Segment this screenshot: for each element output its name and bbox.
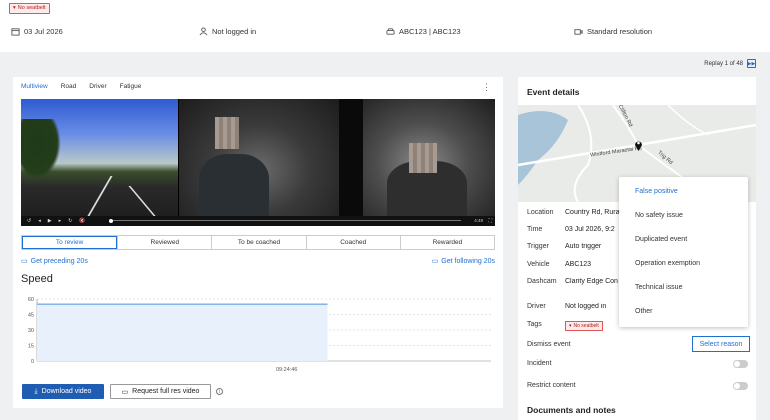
tab-road[interactable]: Road: [61, 83, 77, 90]
chart-y-tick-label: 45: [28, 313, 34, 319]
date-info: 03 Jul 2026: [11, 27, 63, 36]
info-icon[interactable]: i: [216, 388, 223, 395]
download-video-button[interactable]: ⤓ Download video: [22, 384, 104, 399]
tab-driver[interactable]: Driver: [89, 83, 106, 90]
more-options-icon[interactable]: ⋮: [482, 82, 491, 93]
no-seatbelt-tag: ▾ No seatbelt: [565, 321, 603, 331]
menu-item-duplicated-event[interactable]: Duplicated event: [635, 236, 687, 243]
menu-item-false-positive[interactable]: False positive: [635, 188, 678, 195]
vehicle-value: ABC123: [565, 261, 592, 268]
documents-notes-title: Documents and notes: [527, 405, 616, 415]
menu-item-no-safety-issue[interactable]: No safety issue: [635, 212, 683, 219]
dashcam-label: Dashcam: [527, 278, 557, 285]
road-marking: [87, 176, 113, 216]
restrict-content-toggle[interactable]: [733, 382, 748, 390]
video-duration: 4:49: [474, 218, 483, 223]
menu-item-operation-exemption[interactable]: Operation exemption: [635, 260, 700, 267]
video-camera-icon: ▭: [431, 258, 439, 265]
user-icon: [199, 27, 208, 36]
status-rewarded[interactable]: Rewarded: [399, 236, 494, 249]
dashcam-value: Clarity Edge Con: [565, 278, 618, 285]
vehicle-label: Vehicle: [527, 261, 550, 268]
replay-counter: Replay 1 of 48 ▶▶: [704, 59, 756, 68]
next-frame-icon[interactable]: ▸: [59, 218, 62, 224]
trigger-value: Auto trigger: [565, 243, 602, 250]
road-marking: [128, 186, 156, 216]
no-seatbelt-tag: ▾ No seatbelt: [9, 3, 50, 14]
skip-forward-icon[interactable]: ▶▶: [747, 59, 756, 68]
video-camera-icon: [574, 29, 583, 35]
previous-frame-icon[interactable]: ◂: [38, 218, 41, 224]
road-camera-view: [21, 99, 178, 216]
dismiss-reason-menu: False positive No safety issue Duplicate…: [619, 177, 748, 327]
forward-icon[interactable]: ↻: [68, 218, 72, 224]
get-preceding-link[interactable]: ▭ Get preceding 20s: [21, 257, 88, 266]
event-details-title: Event details: [527, 87, 580, 97]
chevron-down-icon: ▾: [569, 323, 572, 329]
incident-toggle[interactable]: [733, 360, 748, 368]
driver-value: Not logged in: [565, 303, 607, 310]
chart-y-tick-label: 15: [28, 344, 34, 350]
login-info: Not logged in: [199, 27, 256, 36]
menu-item-technical-issue[interactable]: Technical issue: [635, 284, 682, 291]
chart-y-tick-label: 0: [31, 359, 34, 365]
chart-y-tick-label: 30: [28, 328, 34, 334]
mute-icon[interactable]: 🔇: [79, 218, 85, 224]
chart-area-fill: [37, 304, 328, 361]
driver-label: Driver: [527, 303, 546, 310]
select-reason-dropdown[interactable]: Select reason: [692, 336, 750, 352]
vehicle-info: ABC123 | ABC123: [386, 27, 461, 36]
chart-y-tick-label: 60: [28, 297, 34, 303]
fullscreen-icon[interactable]: ⛶: [488, 218, 492, 224]
download-icon: ⤓: [34, 387, 38, 395]
tab-multiview[interactable]: Multiview: [21, 83, 48, 90]
driver-face-blurred: [215, 117, 239, 149]
video-camera-icon: ▭: [21, 258, 28, 265]
review-status-tabs: To review Reviewed To be coached Coached…: [21, 235, 495, 250]
calendar-icon: [11, 28, 20, 36]
video-tabs: Multiview Road Driver Fatigue: [21, 83, 141, 90]
progress-knob[interactable]: [109, 218, 113, 223]
location-value: Country Rd, Rura: [565, 209, 620, 216]
time-label: Time: [527, 226, 543, 233]
restrict-content-label: Restrict content: [527, 382, 576, 389]
fatigue-camera-view: [363, 99, 495, 216]
resolution-info: Standard resolution: [574, 27, 652, 36]
time-value: 03 Jul 2026, 9:2: [565, 226, 615, 233]
status-to-be-coached[interactable]: To be coached: [211, 236, 305, 249]
chart-x-tick-label: 09:24:46: [276, 367, 297, 373]
get-following-link[interactable]: ▭ Get following 20s: [431, 257, 495, 266]
video-player[interactable]: ↺ ◂ ▶ ▸ ↻ 🔇 4:49 ⛶: [21, 99, 495, 226]
tags-label: Tags: [527, 321, 542, 328]
rewind-icon[interactable]: ↺: [27, 218, 31, 224]
speed-title: Speed: [21, 273, 53, 285]
driver-face-blurred: [409, 143, 437, 173]
request-full-res-button[interactable]: ▭ Request full res video: [110, 384, 211, 399]
trees-image: [21, 119, 61, 179]
tab-fatigue[interactable]: Fatigue: [120, 83, 142, 90]
driver-body: [199, 154, 269, 216]
top-bar: ▾ No seatbelt 03 Jul 2026 Not logged in …: [0, 0, 770, 52]
status-to-review[interactable]: To review: [22, 236, 118, 249]
status-coached[interactable]: Coached: [305, 236, 400, 249]
speed-chart: 60 45 30 15 0 09:24:46: [28, 297, 491, 373]
location-pin-icon: [635, 141, 642, 151]
menu-item-other[interactable]: Other: [635, 308, 653, 315]
video-camera-icon: ▭: [121, 388, 129, 396]
driver-camera-view: [179, 99, 339, 216]
camera-divider: [339, 99, 363, 216]
location-label: Location: [527, 209, 554, 216]
video-progress-bar[interactable]: [109, 218, 461, 223]
trigger-label: Trigger: [527, 243, 549, 250]
car-icon: [386, 28, 395, 35]
chevron-down-icon: ▾: [13, 5, 16, 11]
video-controls: ↺ ◂ ▶ ▸ ↻ 🔇 4:49 ⛶: [21, 216, 495, 226]
status-reviewed[interactable]: Reviewed: [117, 236, 211, 249]
video-panel: Multiview Road Driver Fatigue ⋮ ↺ ◂ ▶ ▸ …: [13, 77, 503, 408]
incident-label: Incident: [527, 360, 552, 367]
dismiss-event-label: Dismiss event: [527, 341, 571, 348]
play-icon[interactable]: ▶: [48, 218, 52, 224]
